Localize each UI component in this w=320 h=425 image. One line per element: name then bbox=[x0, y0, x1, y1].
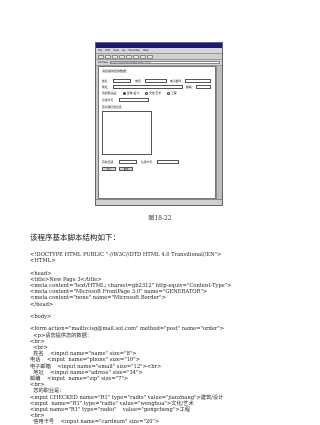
radio-label-2: 文化/艺术 bbox=[149, 91, 162, 95]
menu-edit[interactable]: Edit bbox=[105, 48, 110, 53]
intro-text: 该程序基本脚本结构如下： bbox=[30, 233, 120, 242]
code-line: <body> bbox=[30, 314, 52, 320]
code-line: <input CHECKED name="R1" type="radio" va… bbox=[30, 394, 224, 401]
zip-input[interactable] bbox=[196, 85, 211, 89]
code-line: <p>请您提供您的数据： bbox=[30, 332, 92, 339]
expiry-input[interactable] bbox=[119, 160, 137, 164]
comment-label: 您对我们的意见： bbox=[102, 105, 125, 109]
search-icon[interactable] bbox=[133, 55, 139, 59]
submit-button[interactable]: 提交 bbox=[102, 167, 116, 171]
address-input[interactable]: D:\My Documents\New Page 3.htm bbox=[109, 61, 220, 64]
card-label: 信用卡号： bbox=[102, 98, 116, 102]
code-line: <meta content="Microsoft FrontPage 3.0" … bbox=[30, 289, 208, 296]
back-icon[interactable] bbox=[98, 55, 104, 59]
code-line: <meta content="none" name="Microsoft Bor… bbox=[30, 295, 166, 302]
card-input[interactable] bbox=[119, 98, 149, 102]
favorites-icon[interactable] bbox=[140, 55, 146, 59]
code-line: </head> bbox=[30, 301, 54, 308]
code-line: <input name="R1" type="radio" value="gon… bbox=[30, 407, 190, 413]
stop-icon[interactable] bbox=[112, 55, 118, 59]
code-line: <form action="mailto:isg@mail.sot.com" m… bbox=[30, 326, 225, 333]
phone-label: 电话： bbox=[135, 79, 144, 83]
address-field-label: 地址： bbox=[102, 85, 111, 89]
code-line: <!DOCTYPE HTML PUBLIC "-//W3C//DTD HTML … bbox=[30, 252, 222, 258]
address-label: Address bbox=[98, 61, 108, 64]
radio-option-1[interactable] bbox=[123, 91, 126, 95]
email-input[interactable] bbox=[185, 79, 211, 83]
code-line: 电子邮箱 <input name="email" size="12"><br> bbox=[30, 363, 162, 370]
radio-label-1: 建筑/设计 bbox=[127, 91, 140, 95]
code-line: <title>New Page 3</title> bbox=[30, 276, 102, 283]
code-line: 邮编 <input name="zip" size="7"> bbox=[30, 376, 129, 382]
code-line: 信用卡号 <input name="cardnum" size="20"> bbox=[30, 419, 160, 425]
code-line: <br> bbox=[30, 413, 45, 420]
print-icon[interactable] bbox=[147, 55, 153, 59]
forward-icon[interactable] bbox=[105, 55, 111, 59]
name-input[interactable] bbox=[113, 79, 131, 83]
comment-textarea[interactable] bbox=[102, 111, 152, 155]
refresh-icon[interactable] bbox=[119, 55, 125, 59]
code-line: <input name="R1" type="radio" value="wen… bbox=[30, 400, 194, 407]
code-line: <meta content="text/HTML; charset=gb2312… bbox=[30, 283, 232, 289]
figure-caption: 图18-22 bbox=[148, 215, 172, 222]
radio-option-2[interactable] bbox=[145, 91, 148, 95]
menu-favorites[interactable]: Favorites bbox=[128, 48, 139, 53]
radio-label-3: 工程 bbox=[171, 91, 177, 95]
name-label: 姓名： bbox=[102, 79, 111, 83]
form-heading: 请您提供您的数据： bbox=[102, 69, 130, 73]
browser-content: 请您提供您的数据： 姓名： 电话： 电子邮件： 地址： 邮编： 您的职业是： 建… bbox=[98, 66, 216, 199]
occupation-label: 您的职业是： bbox=[102, 91, 119, 95]
code-line: <head> bbox=[30, 270, 52, 277]
card-label-2: 信用卡号： bbox=[141, 160, 155, 164]
menu-file[interactable]: File bbox=[98, 48, 102, 53]
code-line: <HTML> bbox=[30, 258, 56, 265]
menu-help[interactable]: Help bbox=[143, 48, 149, 53]
browser-screenshot: File Edit View Go Favorites Help Address… bbox=[95, 42, 223, 206]
card-input-2[interactable] bbox=[157, 160, 179, 164]
address-field-input[interactable] bbox=[113, 85, 183, 89]
code-line: <br> bbox=[30, 338, 45, 345]
code-line: 地址 <input name="adress" size="34"> bbox=[30, 369, 143, 376]
code-line: 电话 <input name="phone" size="10"> bbox=[30, 357, 140, 364]
expiry-label: 有效日期： bbox=[102, 160, 116, 164]
phone-input[interactable] bbox=[145, 79, 167, 83]
zip-label: 邮编： bbox=[186, 85, 195, 89]
email-label: 电子邮件： bbox=[170, 79, 184, 83]
reset-button[interactable]: 重置 bbox=[119, 167, 133, 171]
browser-statusbar bbox=[96, 199, 222, 205]
code-line: 您的职业是： bbox=[30, 388, 65, 395]
menu-go[interactable]: Go bbox=[122, 48, 125, 53]
home-icon[interactable] bbox=[126, 55, 132, 59]
vertical-scrollbar[interactable] bbox=[216, 66, 222, 199]
radio-option-3[interactable] bbox=[167, 91, 170, 95]
menu-view[interactable]: View bbox=[113, 48, 119, 53]
